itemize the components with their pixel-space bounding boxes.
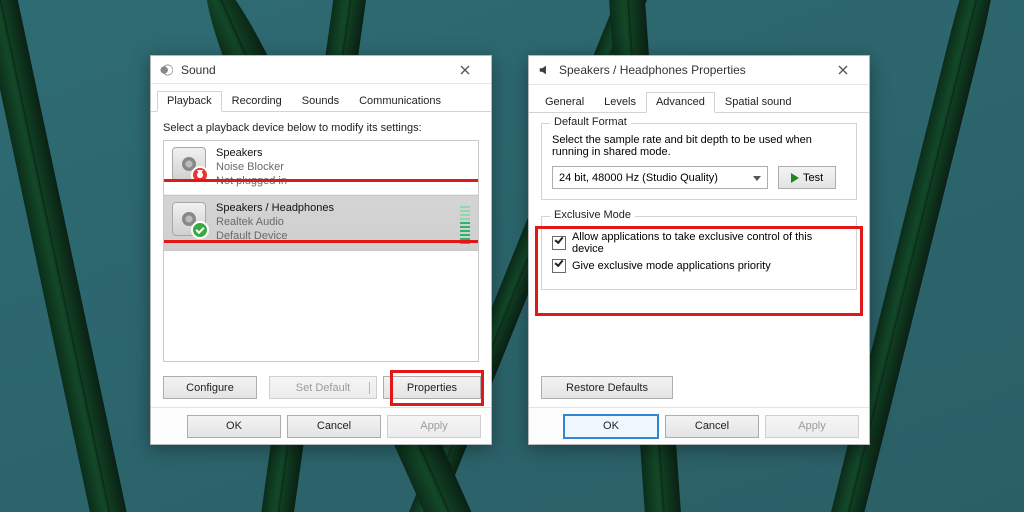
tab-communications[interactable]: Communications — [349, 91, 451, 112]
checkbox-icon — [552, 236, 566, 250]
tabs: Playback Recording Sounds Communications — [151, 90, 491, 112]
exclusive-mode-group: Exclusive Mode Allow applications to tak… — [541, 216, 857, 290]
device-status: Not plugged in — [216, 175, 287, 189]
device-item[interactable]: Speakers Noise Blocker Not plugged in — [164, 141, 478, 195]
window-title: Sound — [181, 63, 445, 77]
ok-button[interactable]: OK — [187, 415, 281, 438]
tabs: General Levels Advanced Spatial sound — [529, 91, 869, 113]
default-ok-badge-icon — [191, 221, 209, 239]
titlebar[interactable]: Sound — [151, 56, 491, 84]
device-driver: Realtek Audio — [216, 216, 334, 230]
play-icon — [791, 173, 799, 183]
checkbox-label: Allow applications to take exclusive con… — [572, 231, 846, 255]
tab-recording[interactable]: Recording — [222, 91, 292, 112]
apply-button[interactable]: Apply — [387, 415, 481, 438]
device-item-selected[interactable]: Speakers / Headphones Realtek Audio Defa… — [164, 195, 478, 250]
test-button[interactable]: Test — [778, 166, 836, 189]
exclusive-priority-checkbox[interactable]: Give exclusive mode applications priorit… — [552, 259, 846, 273]
close-icon — [838, 65, 848, 75]
warning-badge-icon — [191, 166, 209, 184]
tab-general[interactable]: General — [535, 92, 594, 113]
device-status: Default Device — [216, 230, 334, 244]
restore-defaults-button[interactable]: Restore Defaults — [541, 376, 673, 399]
tab-levels[interactable]: Levels — [594, 92, 646, 113]
plant-leaf — [0, 0, 156, 512]
ok-button[interactable]: OK — [563, 414, 659, 439]
device-name: Speakers — [216, 147, 287, 161]
group-description: Select the sample rate and bit depth to … — [552, 134, 846, 158]
device-driver: Noise Blocker — [216, 161, 287, 175]
tab-playback[interactable]: Playback — [157, 91, 222, 112]
cancel-button[interactable]: Cancel — [665, 415, 759, 438]
speaker-device-icon — [172, 147, 206, 181]
set-default-button[interactable]: Set Default — [269, 376, 377, 399]
tab-advanced[interactable]: Advanced — [646, 92, 715, 113]
close-button[interactable] — [445, 58, 485, 82]
checkbox-icon — [552, 259, 566, 273]
device-list[interactable]: Speakers Noise Blocker Not plugged in Sp… — [163, 140, 479, 362]
properties-button[interactable]: Properties — [383, 376, 481, 399]
configure-button[interactable]: Configure — [163, 376, 257, 399]
default-format-group: Default Format Select the sample rate an… — [541, 123, 857, 200]
close-icon — [460, 65, 470, 75]
instruction-text: Select a playback device below to modify… — [163, 122, 479, 134]
sound-app-icon — [159, 62, 175, 78]
volume-meter-icon — [460, 202, 470, 243]
cancel-button[interactable]: Cancel — [287, 415, 381, 438]
speaker-device-icon — [172, 202, 206, 236]
speaker-app-icon — [537, 62, 553, 78]
group-legend: Exclusive Mode — [550, 209, 635, 221]
sample-rate-select[interactable]: 24 bit, 48000 Hz (Studio Quality) — [552, 166, 768, 189]
tab-sounds[interactable]: Sounds — [292, 91, 349, 112]
sound-dialog: Sound Playback Recording Sounds Communic… — [150, 55, 492, 445]
speaker-properties-dialog: Speakers / Headphones Properties General… — [528, 55, 870, 445]
checkbox-label: Give exclusive mode applications priorit… — [572, 260, 771, 272]
apply-button[interactable]: Apply — [765, 415, 859, 438]
test-label: Test — [803, 172, 823, 184]
window-title: Speakers / Headphones Properties — [559, 63, 823, 77]
titlebar[interactable]: Speakers / Headphones Properties — [529, 56, 869, 85]
select-value: 24 bit, 48000 Hz (Studio Quality) — [559, 172, 718, 184]
group-legend: Default Format — [550, 116, 631, 128]
close-button[interactable] — [823, 58, 863, 82]
tab-spatial-sound[interactable]: Spatial sound — [715, 92, 802, 113]
allow-exclusive-checkbox[interactable]: Allow applications to take exclusive con… — [552, 231, 846, 255]
device-name: Speakers / Headphones — [216, 202, 334, 216]
